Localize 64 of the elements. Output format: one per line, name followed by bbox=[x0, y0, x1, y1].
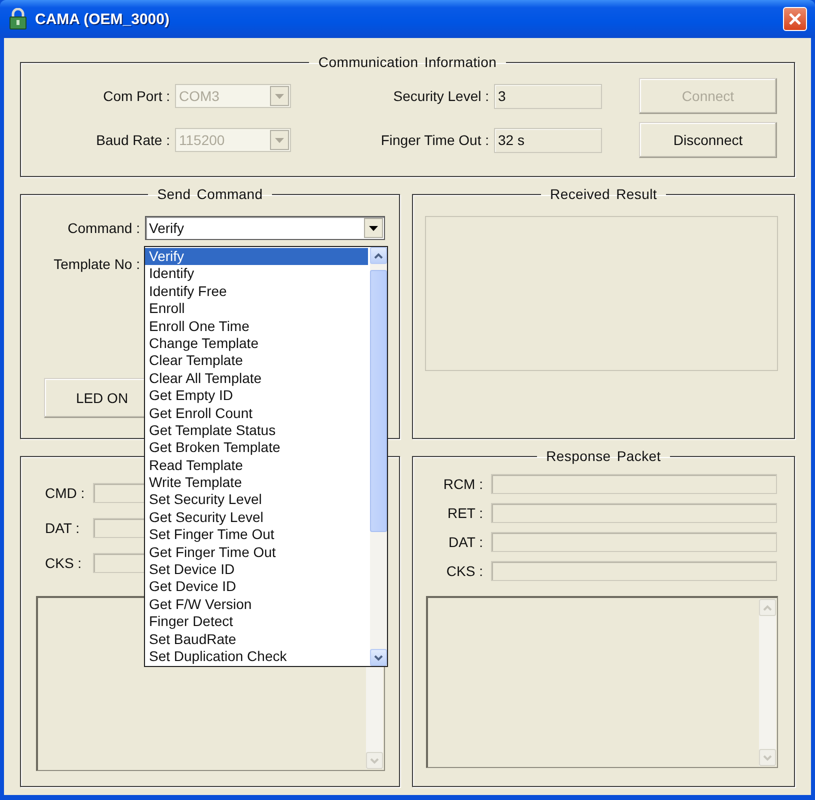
scroll-thumb[interactable] bbox=[370, 270, 387, 532]
dropdown-list[interactable] bbox=[144, 246, 388, 667]
field-label: Com Port : bbox=[102, 88, 171, 104]
close-button[interactable] bbox=[783, 7, 807, 31]
field-label: DAT : bbox=[448, 534, 484, 550]
list-item[interactable]: Get F/W Version bbox=[145, 596, 368, 614]
list-item[interactable]: Get Security Level bbox=[145, 508, 368, 526]
field-label: CKS : bbox=[44, 555, 83, 571]
field-label: DAT : bbox=[44, 520, 80, 536]
list-item[interactable]: Get Device ID bbox=[145, 578, 368, 596]
caret-icon bbox=[369, 226, 378, 230]
scroll-down-button[interactable] bbox=[370, 649, 387, 666]
list-item[interactable]: Read Template bbox=[145, 456, 368, 474]
field-label: CMD : bbox=[44, 485, 86, 501]
field-label: Finger Time Out : bbox=[380, 132, 490, 148]
window-title: CAMA (OEM_3000) bbox=[35, 10, 170, 28]
chevron-down-icon bbox=[370, 758, 379, 764]
chevron-up-icon bbox=[374, 252, 383, 258]
scrollbar[interactable] bbox=[370, 247, 387, 666]
list-item[interactable]: Identify Free bbox=[145, 282, 368, 300]
field-label: Baud Rate : bbox=[95, 132, 171, 148]
text-field[interactable]: 3 bbox=[494, 84, 602, 108]
group-title: Response Packet bbox=[545, 448, 662, 464]
dropdown[interactable]: Verify bbox=[145, 216, 385, 240]
field-label: RET : bbox=[446, 505, 484, 521]
text-field[interactable] bbox=[491, 474, 777, 494]
list-item[interactable]: Change Template bbox=[145, 334, 368, 352]
chevron-down-icon bbox=[763, 754, 772, 760]
field-label: Security Level : bbox=[392, 88, 490, 104]
list-item[interactable]: Identify bbox=[145, 265, 368, 283]
field-label: Command : bbox=[66, 220, 141, 236]
list-item[interactable]: Set Finger Time Out bbox=[145, 526, 368, 544]
field-label: CKS : bbox=[445, 563, 484, 579]
chevron-down-icon bbox=[374, 654, 383, 660]
text-field[interactable] bbox=[491, 532, 777, 552]
list-item[interactable]: Enroll bbox=[145, 300, 368, 318]
group-title: Received Result bbox=[549, 186, 658, 202]
group-title: Send Command bbox=[156, 186, 264, 202]
dropdown-button[interactable] bbox=[364, 218, 383, 238]
caret-icon bbox=[275, 138, 284, 142]
caret-icon bbox=[275, 94, 284, 98]
scroll-up-button[interactable] bbox=[370, 247, 387, 264]
list-item[interactable]: Get Broken Template bbox=[145, 439, 368, 457]
list-item[interactable]: Set BaudRate bbox=[145, 630, 368, 648]
list-item[interactable]: Clear Template bbox=[145, 352, 368, 370]
chevron-up-icon bbox=[763, 604, 772, 610]
list-item[interactable]: Set Device ID bbox=[145, 561, 368, 578]
field-label: RCM : bbox=[442, 476, 484, 492]
close-icon bbox=[788, 12, 802, 26]
list-item[interactable]: Verify bbox=[145, 248, 368, 266]
group-title: Communication Information bbox=[317, 54, 498, 70]
list-item[interactable]: Get Finger Time Out bbox=[145, 544, 368, 562]
text-field[interactable] bbox=[491, 561, 777, 581]
list-item[interactable]: Enroll One Time bbox=[145, 318, 368, 335]
text-field[interactable]: 32 s bbox=[494, 128, 602, 152]
dialog-button[interactable]: Disconnect bbox=[639, 122, 777, 158]
field-label: Template No : bbox=[52, 256, 141, 272]
lock-icon bbox=[8, 8, 28, 30]
list-item[interactable]: Write Template bbox=[145, 474, 368, 492]
list-item[interactable]: Get Template Status bbox=[145, 422, 368, 440]
list-item[interactable]: Set Security Level bbox=[145, 491, 368, 509]
list-item[interactable]: Set Duplication Check bbox=[145, 648, 368, 666]
list-item[interactable]: Finger Detect bbox=[145, 613, 368, 631]
text-field[interactable] bbox=[491, 503, 777, 523]
